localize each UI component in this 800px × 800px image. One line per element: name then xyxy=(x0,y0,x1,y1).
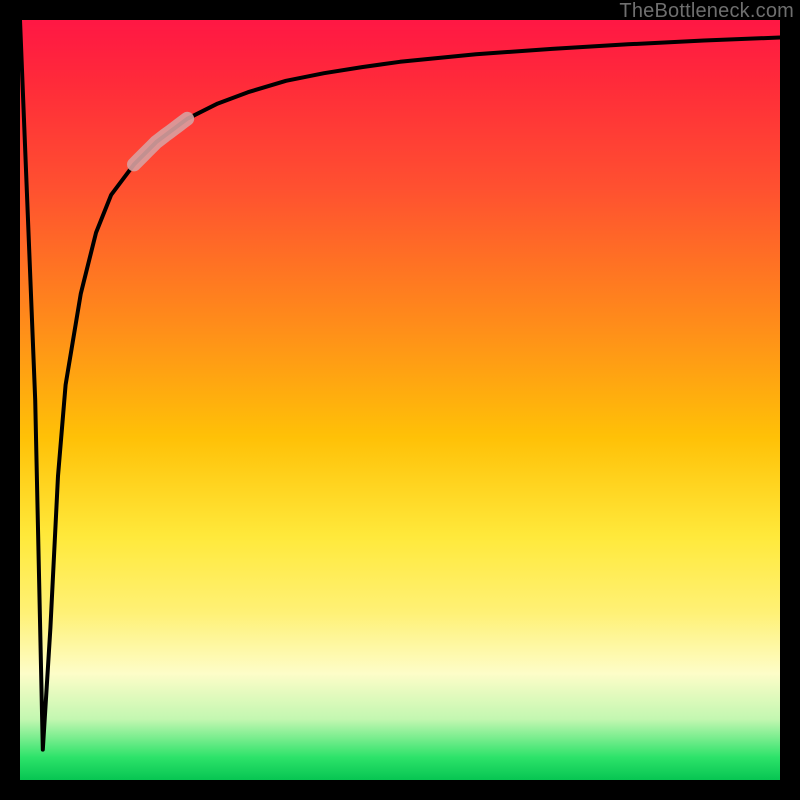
attribution-text: TheBottleneck.com xyxy=(619,0,794,23)
bottleneck-curve xyxy=(20,20,780,750)
chart-canvas: TheBottleneck.com xyxy=(0,0,800,800)
curve-layer xyxy=(20,20,780,780)
curve-highlight-segment xyxy=(134,119,187,165)
